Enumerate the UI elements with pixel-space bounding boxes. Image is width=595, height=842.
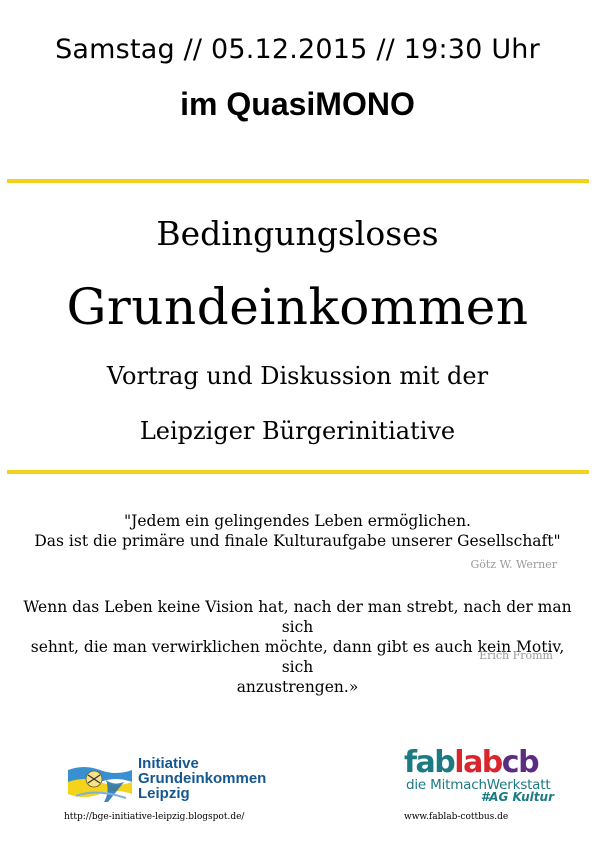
fablab-tag: #AG Kultur [480, 790, 554, 804]
event-date-line: Samstag // 05.12.2015 // 19:30 Uhr [55, 34, 540, 65]
headline-line-4: Leipziger Bürgerinitiative [139, 417, 456, 445]
fablab-word-part: fab [404, 745, 456, 780]
quote-author: Götz W. Werner [470, 558, 557, 571]
quote-line: "Jedem ein gelingendes Leben ermöglichen… [124, 512, 471, 530]
fablab-wordmark: fablabcb [404, 745, 540, 780]
quote-line: Wenn das Leben keine Vision hat, nach de… [23, 598, 572, 636]
event-venue-line: im QuasiMONO [180, 86, 415, 122]
bge-logo-line: Grundeinkommen [138, 770, 267, 787]
fablab-url-link[interactable]: www.fablab-cottbus.de [404, 812, 508, 822]
quote-line: Das ist die primäre und finale Kulturauf… [34, 532, 561, 550]
bge-initiative-logo: Initiative Grundeinkommen Leipzig [66, 756, 282, 806]
headline-line-3: Vortrag und Diskussion mit der [106, 362, 489, 390]
quote-fromm: Wenn das Leben keine Vision hat, nach de… [20, 597, 575, 697]
flyer-page: Samstag // 05.12.2015 // 19:30 Uhr im Qu… [0, 0, 595, 842]
fablab-word-part: cb [501, 745, 540, 780]
bge-logo-line: Initiative [138, 755, 199, 772]
headline-line-1: Bedingungsloses [156, 214, 439, 253]
quote-author: Erich Fromm [479, 649, 553, 662]
leipzig-flag-icon [68, 767, 132, 802]
quote-line: anzustrengen.» [236, 678, 359, 696]
bottom-divider [7, 470, 589, 474]
headline-title: Grundeinkommen [66, 278, 529, 336]
fablab-logo: fablabcb die MitmachWerkstatt #AG Kultur [404, 746, 556, 804]
bge-logo-line: Leipzig [138, 785, 190, 802]
bge-logo-text: Initiative Grundeinkommen Leipzig [138, 756, 266, 801]
bge-url-link[interactable]: http://bge-initiative-leipzig.blogspot.d… [64, 812, 244, 822]
fablab-word-part: lab [454, 745, 503, 780]
quote-werner: "Jedem ein gelingendes Leben ermöglichen… [0, 511, 595, 551]
top-divider [7, 179, 589, 183]
